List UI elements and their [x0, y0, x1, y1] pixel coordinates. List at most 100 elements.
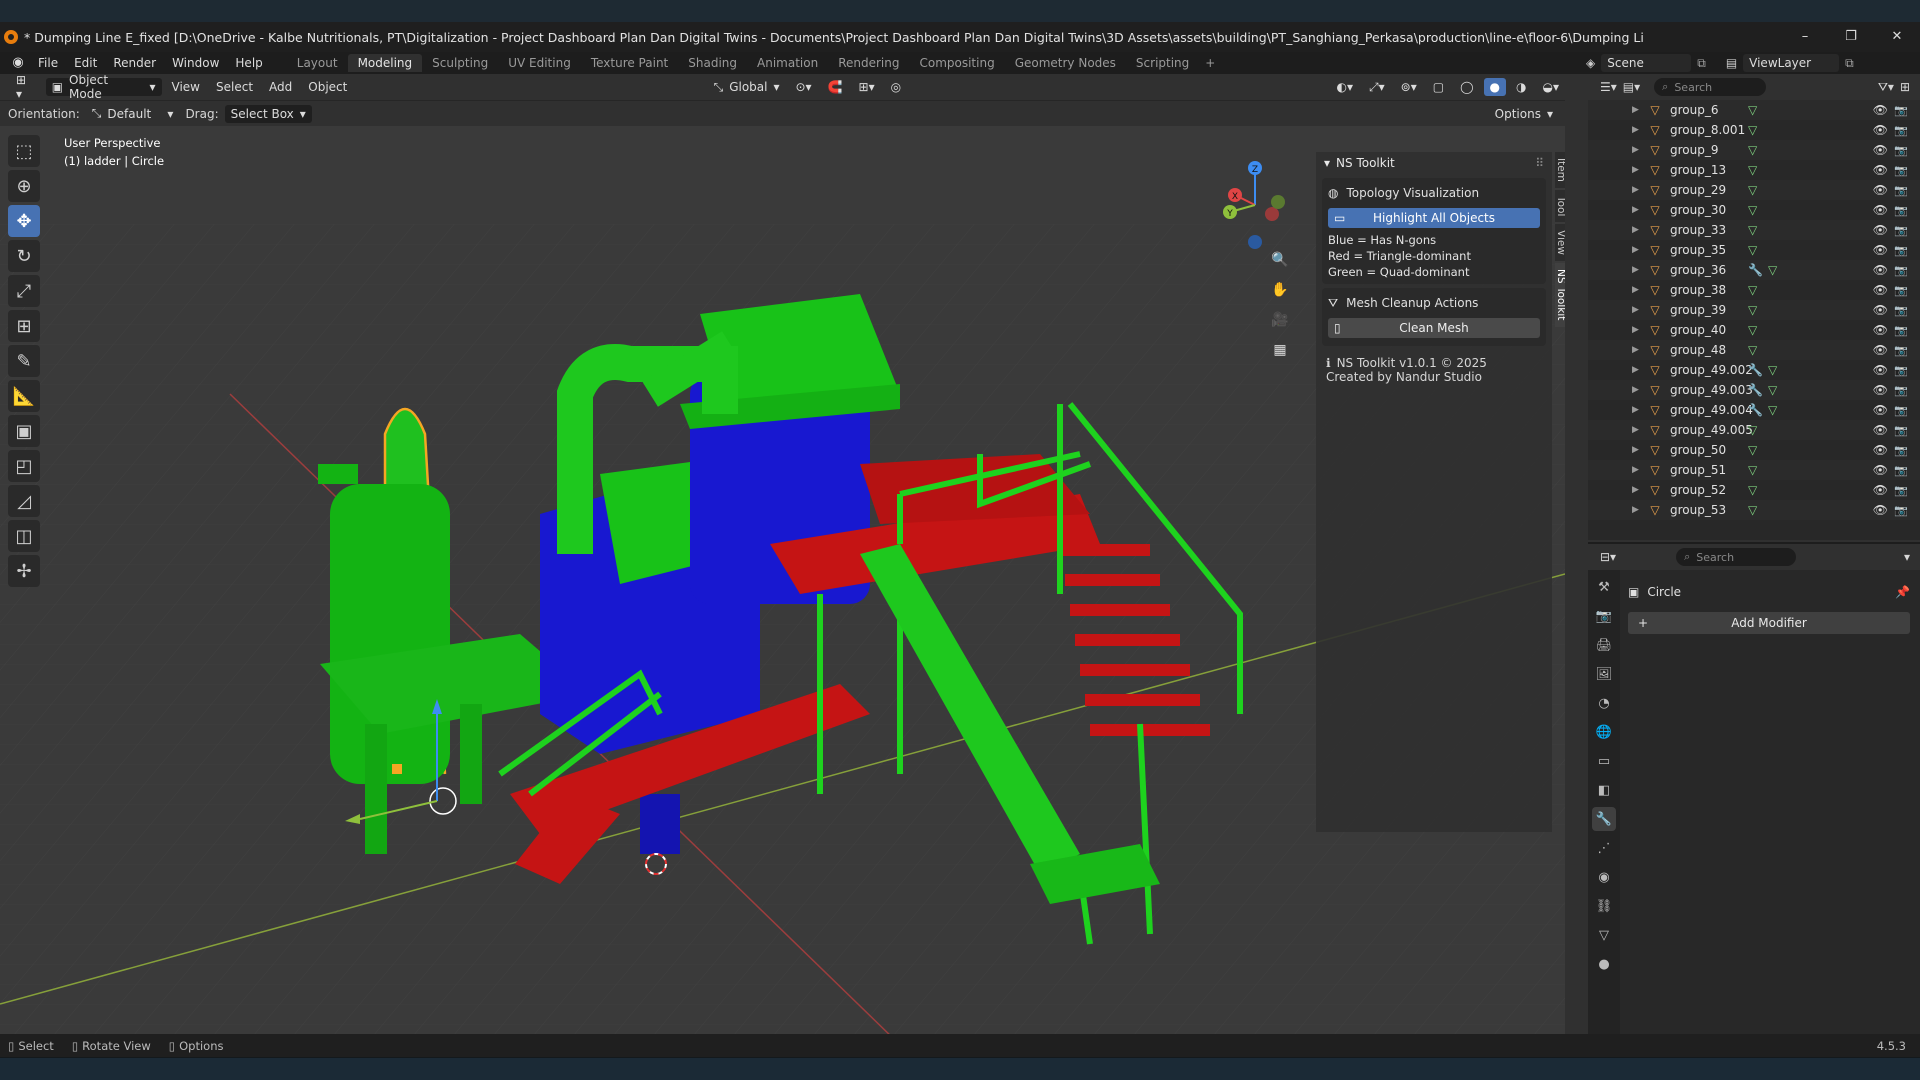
- mesh-data-icon[interactable]: ▽: [1748, 243, 1757, 257]
- physics-props-icon[interactable]: ◉: [1592, 865, 1616, 889]
- inset-tool-icon[interactable]: ◫: [8, 520, 40, 552]
- camera-view-icon[interactable]: 🎥: [1266, 306, 1294, 334]
- mesh-data-icon[interactable]: ▽: [1748, 503, 1757, 517]
- camera-icon[interactable]: 📷: [1894, 404, 1908, 417]
- tab-shading[interactable]: Shading: [678, 54, 747, 72]
- mesh-data-icon[interactable]: ▽: [1748, 483, 1757, 497]
- wrench-icon[interactable]: 🔧: [1748, 383, 1768, 397]
- tab-animation[interactable]: Animation: [747, 54, 828, 72]
- eye-icon[interactable]: 👁: [1873, 483, 1888, 497]
- camera-icon[interactable]: 📷: [1894, 244, 1908, 257]
- eye-icon[interactable]: 👁: [1873, 503, 1888, 517]
- outliner-row[interactable]: ▶ ▽ group_9 ▽ 👁 📷: [1588, 140, 1920, 160]
- scene-props-icon[interactable]: ◔: [1592, 691, 1616, 715]
- expand-arrow-icon[interactable]: ▶: [1632, 465, 1648, 475]
- menu-render[interactable]: Render: [105, 56, 164, 70]
- mesh-data-icon[interactable]: ▽: [1748, 163, 1757, 177]
- maximize-button[interactable]: ❐: [1828, 22, 1874, 52]
- output-props-icon[interactable]: 🖨: [1592, 633, 1616, 657]
- outliner-row[interactable]: ▶ ▽ group_53 ▽ 👁 📷: [1588, 500, 1920, 520]
- object-props-icon[interactable]: ◧: [1592, 778, 1616, 802]
- close-button[interactable]: ✕: [1874, 22, 1920, 52]
- rendered-shading-icon[interactable]: ◒▾: [1537, 78, 1566, 96]
- camera-icon[interactable]: 📷: [1894, 204, 1908, 217]
- camera-icon[interactable]: 📷: [1894, 444, 1908, 457]
- navigation-gizmo[interactable]: Z X Y: [1210, 160, 1300, 250]
- eye-icon[interactable]: 👁: [1873, 243, 1888, 257]
- collection-props-icon[interactable]: ▭: [1592, 749, 1616, 773]
- add-cube-tool-icon[interactable]: ▣: [8, 415, 40, 447]
- outliner-row[interactable]: ▶ ▽ group_50 ▽ 👁 📷: [1588, 440, 1920, 460]
- drag-dropdown[interactable]: Select Box ▾: [224, 104, 312, 123]
- rotate-tool-icon[interactable]: ↻: [8, 240, 40, 272]
- mesh-data-icon[interactable]: ▽: [1768, 263, 1777, 277]
- overlays-icon[interactable]: ⊚▾: [1395, 78, 1423, 96]
- menu-select[interactable]: Select: [210, 78, 259, 96]
- outliner-row[interactable]: ▶ ▽ group_38 ▽ 👁 📷: [1588, 280, 1920, 300]
- eye-icon[interactable]: 👁: [1873, 463, 1888, 477]
- modifier-props-icon[interactable]: 🔧: [1592, 807, 1616, 831]
- expand-arrow-icon[interactable]: ▶: [1632, 145, 1648, 155]
- tab-item[interactable]: Item: [1555, 152, 1565, 188]
- material-shading-icon[interactable]: ◑: [1510, 78, 1532, 96]
- mesh-data-icon[interactable]: ▽: [1748, 203, 1757, 217]
- expand-arrow-icon[interactable]: ▶: [1632, 365, 1648, 375]
- mesh-data-icon[interactable]: ▽: [1768, 383, 1777, 397]
- tab-layout[interactable]: Layout: [287, 54, 348, 72]
- solid-shading-icon[interactable]: ●: [1483, 78, 1507, 96]
- 3d-viewport[interactable]: ⊞ ▾ ▣ Object Mode ▾ View Select Add Obje…: [0, 74, 1565, 1057]
- camera-icon[interactable]: 📷: [1894, 264, 1908, 277]
- camera-icon[interactable]: 📷: [1894, 164, 1908, 177]
- transform-tool-icon[interactable]: ⊞: [8, 310, 40, 342]
- expand-arrow-icon[interactable]: ▶: [1632, 445, 1648, 455]
- outliner-row[interactable]: ▶ ▽ group_49.004 🔧 ▽ 👁 📷: [1588, 400, 1920, 420]
- clean-mesh-button[interactable]: ▯ Clean Mesh: [1328, 318, 1540, 338]
- tab-rendering[interactable]: Rendering: [828, 54, 909, 72]
- tab-sculpting[interactable]: Sculpting: [422, 54, 498, 72]
- view-layer-field[interactable]: ViewLayer: [1743, 54, 1840, 72]
- new-viewlayer-icon[interactable]: ⧉: [1845, 56, 1854, 71]
- render-props-icon[interactable]: 📷: [1592, 604, 1616, 628]
- proportional-edit-icon[interactable]: ◎: [885, 78, 907, 96]
- camera-icon[interactable]: 📷: [1894, 104, 1908, 117]
- camera-icon[interactable]: 📷: [1894, 364, 1908, 377]
- eye-icon[interactable]: 👁: [1873, 223, 1888, 237]
- outliner-row[interactable]: ▶ ▽ group_49.005 ▽ 👁 📷: [1588, 420, 1920, 440]
- mesh-data-icon[interactable]: ▽: [1748, 423, 1757, 437]
- scene-field[interactable]: Scene: [1601, 54, 1692, 72]
- mesh-data-icon[interactable]: ▽: [1748, 443, 1757, 457]
- expand-arrow-icon[interactable]: ▶: [1632, 165, 1648, 175]
- eye-icon[interactable]: 👁: [1873, 123, 1888, 137]
- outliner-row[interactable]: ▶ ▽ group_52 ▽ 👁 📷: [1588, 480, 1920, 500]
- outliner-row[interactable]: ▶ ▽ group_6 ▽ 👁 📷: [1588, 100, 1920, 120]
- xray-icon[interactable]: ▢: [1427, 78, 1450, 96]
- menu-window[interactable]: Window: [164, 56, 227, 70]
- constraints-props-icon[interactable]: ⛓: [1592, 894, 1616, 918]
- expand-arrow-icon[interactable]: ▶: [1632, 105, 1648, 115]
- outliner-row[interactable]: ▶ ▽ group_49.003 🔧 ▽ 👁 📷: [1588, 380, 1920, 400]
- eye-icon[interactable]: 👁: [1873, 303, 1888, 317]
- expand-arrow-icon[interactable]: ▶: [1632, 285, 1648, 295]
- eye-icon[interactable]: 👁: [1873, 363, 1888, 377]
- outliner-row[interactable]: ▶ ▽ group_30 ▽ 👁 📷: [1588, 200, 1920, 220]
- tab-ns-toolkit[interactable]: NS Toolkit: [1555, 263, 1565, 327]
- move-tool-icon[interactable]: ✥: [8, 205, 40, 237]
- mesh-data-icon[interactable]: ▽: [1748, 143, 1757, 157]
- data-props-icon[interactable]: ▽: [1592, 923, 1616, 947]
- shrink-tool-icon[interactable]: ✢: [8, 555, 40, 587]
- drag-handle-icon[interactable]: ⠿: [1535, 156, 1544, 170]
- scale-tool-icon[interactable]: ⤢: [8, 275, 40, 307]
- expand-arrow-icon[interactable]: ▶: [1632, 185, 1648, 195]
- object-mode-dropdown[interactable]: ▣ Object Mode ▾: [45, 74, 162, 101]
- camera-icon[interactable]: 📷: [1894, 304, 1908, 317]
- expand-arrow-icon[interactable]: ▶: [1632, 485, 1648, 495]
- mesh-data-icon[interactable]: ▽: [1748, 283, 1757, 297]
- outliner-row[interactable]: ▶ ▽ group_51 ▽ 👁 📷: [1588, 460, 1920, 480]
- menu-edit[interactable]: Edit: [66, 56, 105, 70]
- outliner-row[interactable]: ▶ ▽ group_35 ▽ 👁 📷: [1588, 240, 1920, 260]
- pivot-point-icon[interactable]: ⊙▾: [790, 78, 818, 96]
- wrench-icon[interactable]: 🔧: [1748, 403, 1768, 417]
- wireframe-shading-icon[interactable]: ◯: [1454, 78, 1479, 96]
- tab-texture-paint[interactable]: Texture Paint: [581, 54, 678, 72]
- tool-props-icon[interactable]: ⚒: [1592, 575, 1616, 599]
